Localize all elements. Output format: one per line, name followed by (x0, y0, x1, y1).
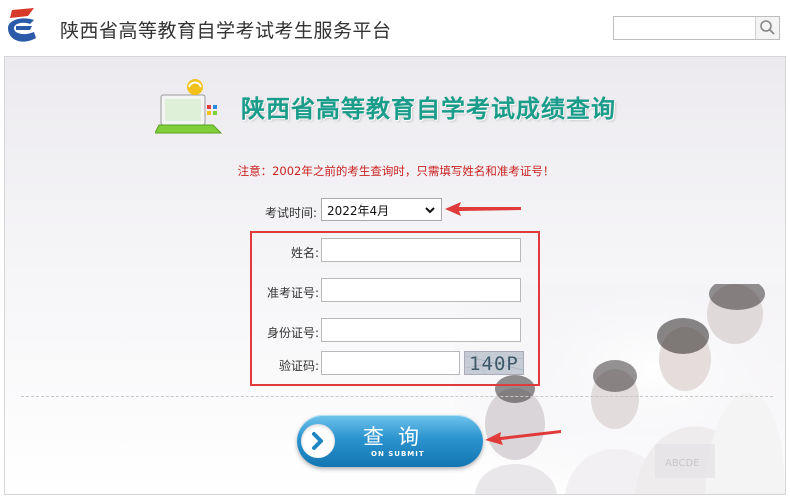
captcha-text: 140P (469, 353, 519, 375)
exam-time-label: 考试时间: (264, 206, 317, 220)
ticket-number-input[interactable] (321, 278, 521, 302)
submit-label: 查询 (363, 425, 433, 449)
exam-time-select[interactable]: 2022年4月 (321, 198, 442, 221)
captcha-label: 验证码: (278, 359, 319, 373)
captcha-image[interactable]: 140P (464, 351, 524, 375)
chevron-right-icon (312, 432, 323, 450)
divider (21, 396, 773, 397)
exam-time-value: 2022年4月 (327, 204, 390, 218)
name-label: 姓名: (290, 246, 319, 260)
svg-text:ABCDE: ABCDE (665, 458, 700, 469)
annotation-arrow-icon (485, 430, 561, 445)
site-title: 陕西省高等教育自学考试考生服务平台 (60, 20, 392, 42)
computer-illustration-icon (155, 79, 223, 134)
id-card-label: 身份证号: (266, 326, 319, 340)
captcha-input[interactable] (321, 351, 460, 375)
query-submit-button[interactable]: 查询 ON SUBMIT (297, 415, 483, 467)
id-card-input[interactable] (321, 318, 521, 342)
banner-title: 陕西省高等教育自学考试成绩查询 (241, 95, 616, 123)
annotation-arrow-icon (445, 202, 521, 216)
submit-circle (301, 424, 335, 458)
search-box (613, 16, 780, 40)
notice-text: 注意：2002年之前的考生查询时，只需填写姓名和准考证号！ (237, 164, 555, 178)
search-icon (760, 20, 775, 35)
search-input[interactable] (614, 17, 756, 39)
logo-icon (8, 8, 36, 42)
search-button[interactable] (755, 17, 779, 39)
header: 陕西省高等教育自学考试考生服务平台 (0, 0, 790, 56)
submit-sublabel: ON SUBMIT (371, 450, 425, 458)
query-panel: ABCDE 陕西省高等教育自学考试成绩查询 注意：2002年之前的考生查询时，只… (4, 56, 786, 495)
name-input[interactable] (321, 238, 521, 262)
dropdown-arrow-icon (425, 207, 435, 214)
ticket-number-label: 准考证号: (266, 286, 319, 300)
